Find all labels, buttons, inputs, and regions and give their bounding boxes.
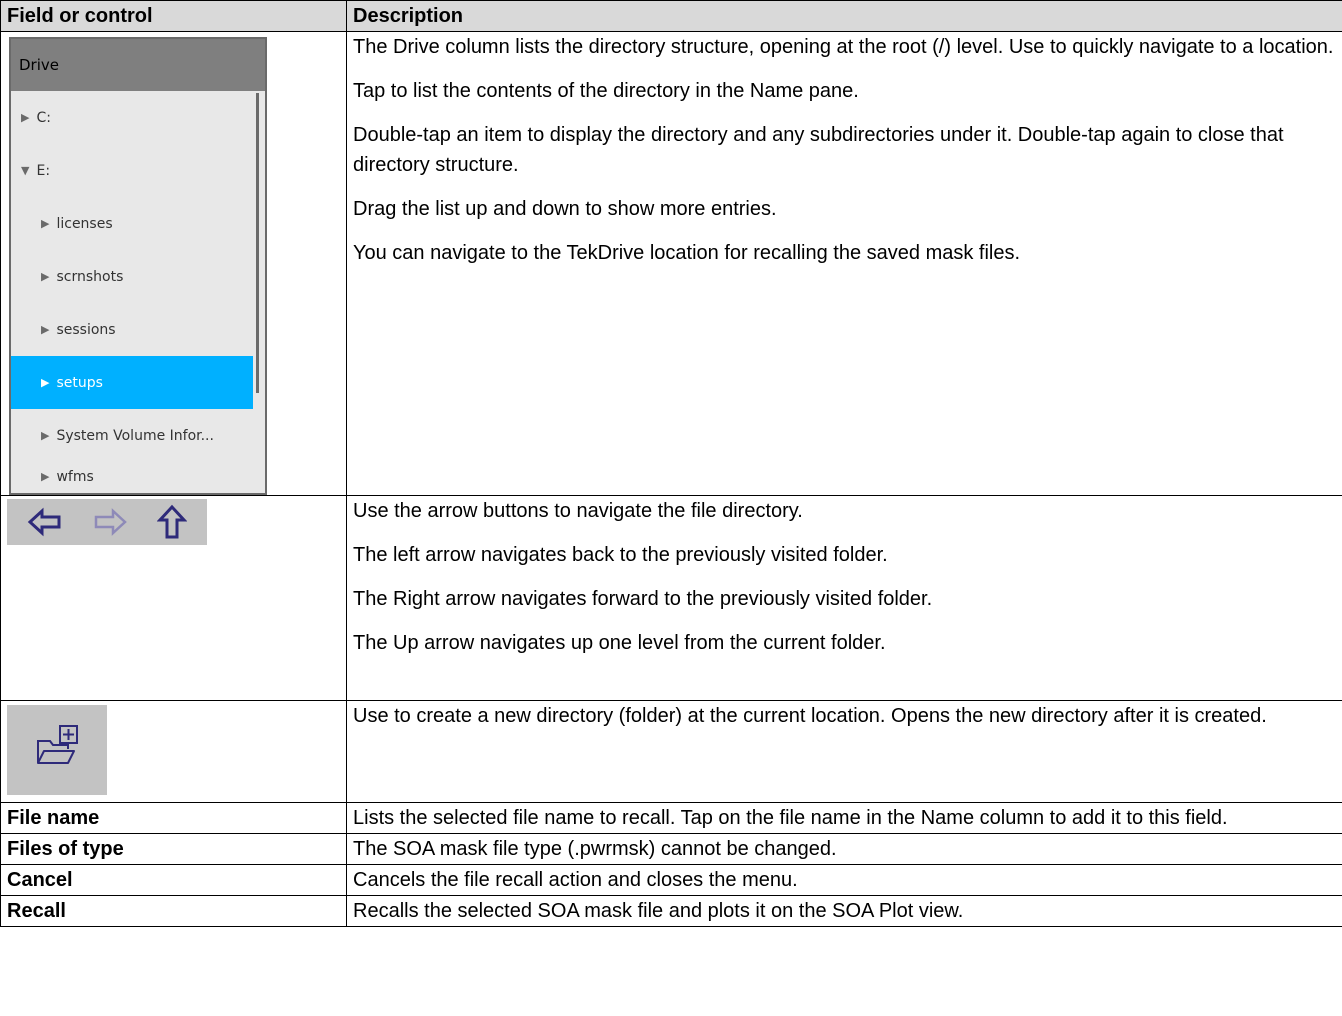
description-paragraph: Use the arrow buttons to navigate the fi… xyxy=(353,500,803,522)
description-paragraph: You can navigate to the TekDrive locatio… xyxy=(353,242,1021,264)
back-arrow-icon[interactable] xyxy=(27,507,63,537)
description-paragraph: Use to create a new directory (folder) a… xyxy=(353,705,1267,727)
folder-item-scrnshots[interactable]: ▶ scrnshots xyxy=(11,250,265,303)
new-folder-description: Use to create a new directory (folder) a… xyxy=(346,700,1342,803)
collapsed-triangle-icon[interactable]: ▶ xyxy=(41,268,49,286)
drive-tree-widget[interactable]: Drive ▶ C: ▼ E: ▶ licenses ▶ scrnshots ▶ sess… xyxy=(9,37,267,495)
table-row-arrows: Use the arrow buttons to navigate the fi… xyxy=(0,495,1342,701)
folder-item-setups[interactable]: ▶ setups xyxy=(11,356,253,409)
description-paragraph: Drag the list up and down to show more e… xyxy=(353,198,777,220)
description-paragraph: The Drive column lists the directory str… xyxy=(353,36,1334,58)
drive-item-c[interactable]: ▶ C: xyxy=(11,91,265,144)
collapsed-triangle-icon[interactable]: ▶ xyxy=(41,215,49,233)
description-paragraph: The left arrow navigates back to the pre… xyxy=(353,544,888,566)
table-row-files-of-type: Files of type The SOA mask file type (.p… xyxy=(0,833,1342,865)
arrows-cell xyxy=(0,495,347,701)
table-row-new-folder: Use to create a new directory (folder) a… xyxy=(0,700,1342,803)
description-paragraph: The Up arrow navigates up one level from… xyxy=(353,632,886,654)
folder-item-label: sessions xyxy=(56,321,116,338)
field-description-table: Field or control Description Drive ▶ C: ▼… xyxy=(0,0,1342,927)
drive-item-label: E: xyxy=(36,162,51,179)
drive-column-header[interactable]: Drive xyxy=(11,39,265,91)
new-folder-cell xyxy=(0,700,347,803)
folder-item-label: setups xyxy=(56,374,103,391)
up-arrow-icon[interactable] xyxy=(156,504,187,540)
collapsed-triangle-icon[interactable]: ▶ xyxy=(41,468,49,486)
table-row-file-name: File name Lists the selected file name t… xyxy=(0,802,1342,834)
arrows-description: Use the arrow buttons to navigate the fi… xyxy=(346,495,1342,701)
description-paragraph: Tap to list the contents of the director… xyxy=(353,80,859,102)
header-field: Field or control xyxy=(0,0,347,32)
folder-item-system-volume[interactable]: ▶ System Volume Infor... xyxy=(11,409,265,462)
header-description: Description xyxy=(346,0,1342,32)
table-header-row: Field or control Description xyxy=(0,0,1342,32)
table-row-recall: Recall Recalls the selected SOA mask fil… xyxy=(0,895,1342,927)
drive-item-label: C: xyxy=(36,109,51,126)
drive-description: The Drive column lists the directory str… xyxy=(346,31,1342,496)
table-row-drive: Drive ▶ C: ▼ E: ▶ licenses ▶ scrnshots ▶ sess… xyxy=(0,31,1342,496)
collapsed-triangle-icon[interactable]: ▶ xyxy=(21,109,29,127)
drive-scrollbar[interactable] xyxy=(256,93,259,393)
collapsed-triangle-icon[interactable]: ▶ xyxy=(41,427,49,445)
field-cancel: Cancel xyxy=(0,864,347,896)
folder-item-label: licenses xyxy=(56,215,113,232)
file-name-description: Lists the selected file name to recall. … xyxy=(346,802,1342,834)
folder-item-sessions[interactable]: ▶ sessions xyxy=(11,303,265,356)
new-folder-icon xyxy=(32,723,82,778)
folder-item-label: scrnshots xyxy=(56,268,124,285)
description-paragraph: The Right arrow navigates forward to the… xyxy=(353,588,933,610)
collapsed-triangle-icon[interactable]: ▶ xyxy=(41,321,49,339)
folder-item-licenses[interactable]: ▶ licenses xyxy=(11,197,265,250)
folder-item-label: System Volume Infor... xyxy=(56,427,214,444)
forward-arrow-icon[interactable] xyxy=(92,507,128,537)
field-file-name: File name xyxy=(0,802,347,834)
table-row-cancel: Cancel Cancels the file recall action an… xyxy=(0,864,1342,896)
recall-description: Recalls the selected SOA mask file and p… xyxy=(346,895,1342,927)
drive-item-e[interactable]: ▼ E: xyxy=(11,144,265,197)
folder-item-wfms[interactable]: ▶ wfms xyxy=(11,462,265,486)
files-of-type-description: The SOA mask file type (.pwrmsk) cannot … xyxy=(346,833,1342,865)
collapsed-triangle-icon[interactable]: ▶ xyxy=(41,374,49,392)
folder-item-label: wfms xyxy=(56,469,94,485)
field-recall: Recall xyxy=(0,895,347,927)
arrow-button-bar xyxy=(7,499,207,545)
cancel-description: Cancels the file recall action and close… xyxy=(346,864,1342,896)
field-files-of-type: Files of type xyxy=(0,833,347,865)
drive-widget-cell: Drive ▶ C: ▼ E: ▶ licenses ▶ scrnshots ▶ sess… xyxy=(0,31,347,496)
description-paragraph: Double-tap an item to display the direct… xyxy=(353,124,1284,176)
new-folder-button[interactable] xyxy=(7,705,107,795)
expanded-triangle-icon[interactable]: ▼ xyxy=(21,162,29,180)
